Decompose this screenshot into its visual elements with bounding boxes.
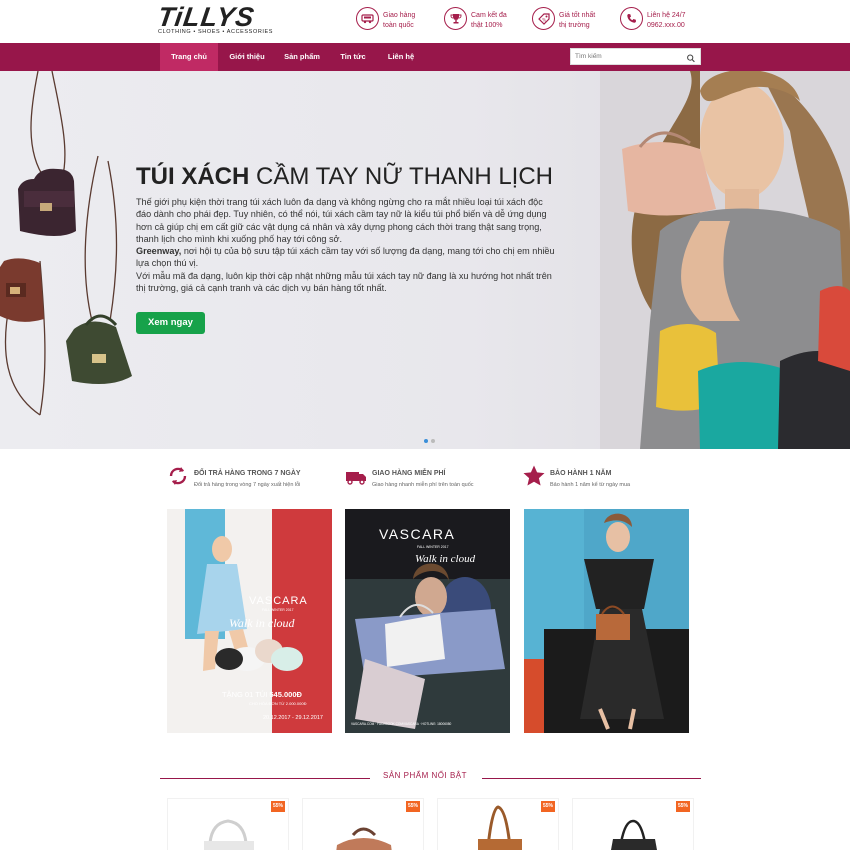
nav-item-products[interactable]: Sản phẩm — [276, 43, 328, 71]
hero-title: TÚI XÁCH CẦM TAY NỮ THANH LỊCH — [136, 162, 553, 192]
product-card[interactable]: 55% — [437, 798, 559, 850]
promo-banner-2[interactable]: VASCARA FALL WINTER 2017 Walk in cloud V… — [345, 509, 510, 733]
promo-season: FALL WINTER 2017 — [417, 545, 449, 549]
logo[interactable]: TiLLYS CLOTHING • SHOES • ACCESSORIES — [155, 2, 286, 36]
promo-script: Walk in cloud — [415, 553, 476, 565]
nav-item-news[interactable]: Tin tức — [330, 43, 376, 71]
hero-paragraph: Greenway, nơi hội tụ của bộ sưu tập túi … — [136, 245, 556, 270]
logo-text: TiLLYS — [155, 2, 257, 32]
discount-badge: 55% — [271, 801, 285, 812]
feature-desc: Giao hàng nhanh miễn phí trên toàn quốc — [372, 482, 474, 488]
header-info-line2: thật 100% — [471, 22, 503, 29]
product-card[interactable]: 55% — [572, 798, 694, 850]
view-now-button[interactable]: Xem ngay — [136, 312, 205, 334]
hero-description: Thế giới phụ kiện thời trang túi xách lu… — [136, 196, 556, 294]
promo-script: Walk in cloud — [229, 616, 296, 630]
hero-title-bold: TÚI XÁCH — [136, 163, 250, 190]
hanging-bag-purple — [18, 168, 76, 236]
promo-offer: TẶNG 01 TÚI — [222, 690, 267, 699]
header-info-line1: Liên hệ 24/7 — [647, 12, 686, 19]
nav-item-contact[interactable]: Liên hệ — [378, 43, 424, 71]
header-info-line1: Giá tốt nhất — [559, 12, 596, 19]
hero-paragraph: Với mẫu mã đa dạng, luôn kịp thời cập nh… — [136, 270, 552, 294]
promo-footer: VASCARA.COM · FACEBOOK.COM/VASCARA · HOT… — [351, 722, 452, 726]
phone-icon — [620, 7, 643, 30]
feature-title: GIAO HÀNG MIỄN PHÍ — [372, 470, 446, 477]
search-icon[interactable] — [686, 51, 696, 63]
hanging-bag-green — [66, 314, 132, 385]
svg-text:%: % — [542, 17, 546, 22]
hanging-bag-brown — [0, 258, 44, 322]
slider-dots — [424, 439, 438, 444]
feature-desc: Đổi trả hàng trong vòng 7 ngày xuất hiện… — [194, 482, 301, 488]
promo-banner-3[interactable] — [524, 509, 689, 733]
header-phone-number[interactable]: 0962.xxx.00 — [647, 22, 685, 29]
header-info-line2: thị trường — [559, 22, 590, 29]
promo-season: FALL WINTER 2017 — [262, 608, 294, 612]
nav-item-home[interactable]: Trang chủ — [160, 43, 218, 71]
discount-badge: 55% — [676, 801, 690, 812]
promo-dates: 20.12.2017 - 29.12.2017 — [263, 715, 323, 721]
slider-dot[interactable] — [431, 439, 435, 443]
product-card[interactable]: 55% — [167, 798, 289, 850]
header-info-line1: Cam kết đa — [471, 12, 507, 19]
hero-title-rest: CẦM TAY NỮ THANH LỊCH — [249, 163, 553, 190]
promo-image-2: VASCARA FALL WINTER 2017 Walk in cloud V… — [345, 509, 510, 733]
slider-dot-active[interactable] — [424, 439, 428, 443]
hero-brand-name: Greenway, — [136, 246, 182, 257]
tag-icon: % — [532, 7, 555, 30]
feature-title: ĐỔI TRẢ HÀNG TRONG 7 NGÀY — [194, 470, 301, 477]
featured-products-title: SẢN PHẨM NỔI BẬT — [382, 771, 467, 780]
search-box — [570, 48, 701, 65]
feature-title: BẢO HÀNH 1 NĂM — [550, 470, 612, 477]
trophy-icon — [444, 7, 467, 30]
promo-offer-note: CHO HÓA ĐƠN TỪ 2.000.000Đ — [249, 701, 307, 706]
held-bag-red — [818, 286, 850, 371]
header-info-line1: Giao hàng — [383, 12, 416, 19]
discount-badge: 55% — [406, 801, 420, 812]
delivery-truck-icon — [344, 464, 368, 488]
hero-banner: TÚI XÁCH CẦM TAY NỮ THANH LỊCH Thế giới … — [0, 71, 850, 449]
promo-image-1: VASCARA FALL WINTER 2017 Walk in cloud T… — [167, 509, 332, 733]
search-input[interactable] — [575, 50, 685, 63]
page: TiLLYS CLOTHING • SHOES • ACCESSORIES Gi… — [0, 0, 850, 850]
promo-brand: VASCARA — [249, 595, 308, 607]
header-info-line2: toàn quốc — [383, 22, 414, 29]
site-header: TiLLYS CLOTHING • SHOES • ACCESSORIES Gi… — [0, 0, 850, 43]
discount-badge: 55% — [541, 801, 555, 812]
promo-brand: VASCARA — [379, 526, 455, 542]
nav-item-about[interactable]: Giới thiệu — [220, 43, 274, 71]
promo-offer-price: 545.000Đ — [269, 690, 302, 699]
hero-paragraph: Thế giới phụ kiện thời trang túi xách lu… — [136, 197, 547, 244]
svg-text:TẶNG 01 TÚI 545.000Đ: TẶNG 01 TÚI 545.000Đ — [222, 690, 303, 699]
star-icon — [522, 464, 546, 488]
product-card[interactable]: 55% — [302, 798, 424, 850]
promo-image-3 — [524, 509, 689, 733]
return-icon — [166, 464, 190, 488]
promo-banner-1[interactable]: VASCARA FALL WINTER 2017 Walk in cloud T… — [167, 509, 332, 733]
main-nav: Trang chủ Giới thiệu Sản phẩm Tin tức Li… — [0, 43, 850, 71]
hero-paragraph-text: nơi hội tụ của bộ sưu tập túi xách cầm t… — [136, 246, 555, 269]
feature-desc: Bảo hành 1 năm kể từ ngày mua — [550, 482, 631, 488]
truck-icon — [356, 7, 379, 30]
